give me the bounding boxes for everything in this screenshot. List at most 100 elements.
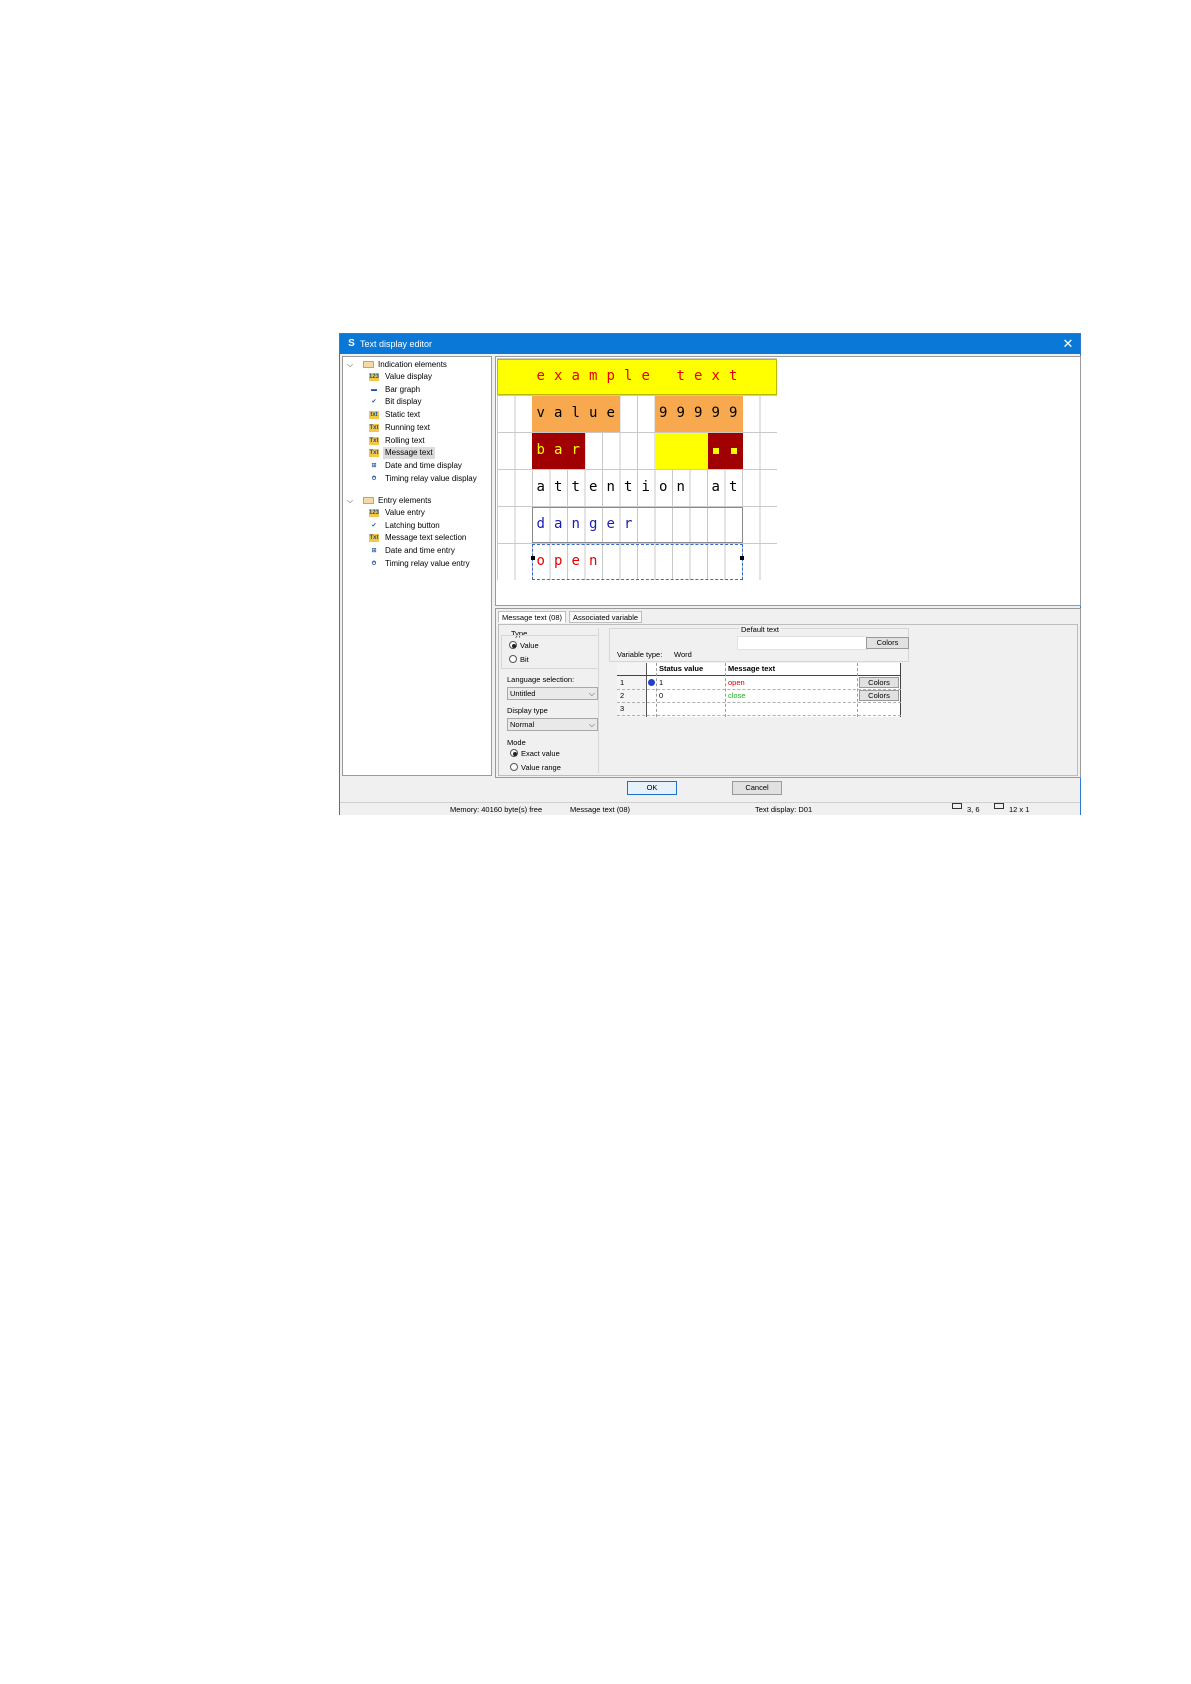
status-value-cell[interactable]: 0 — [657, 689, 663, 702]
display-char: m — [589, 368, 598, 384]
tab-message-text[interactable]: Message text (08) — [498, 611, 567, 623]
display-char: o — [659, 479, 668, 495]
display-canvas[interactable]: exampletextvalue99999barattentionatdange… — [495, 356, 1081, 606]
properties-panel: Message text (08) Associated variable Ty… — [495, 608, 1081, 778]
row-colors-button[interactable]: Colors — [859, 690, 899, 701]
selection-handle[interactable] — [740, 556, 744, 560]
display-char: a — [554, 405, 563, 421]
cancel-button[interactable]: Cancel — [732, 781, 782, 795]
display-char: a — [554, 516, 563, 532]
display-char: a — [536, 479, 545, 495]
message-text-header: Message text — [728, 664, 776, 673]
latching-button-icon: ✔ — [371, 522, 377, 529]
display-char: a — [711, 479, 720, 495]
size-status: 12 x 1 — [1009, 805, 1030, 814]
table-divider — [857, 663, 858, 717]
default-text-colors-button[interactable]: Colors — [866, 637, 909, 649]
display-char: t — [676, 368, 685, 384]
display-char: d — [536, 516, 545, 532]
display-char: v — [536, 405, 545, 421]
mode-exact-radio[interactable] — [510, 749, 518, 757]
bar-graph-fill[interactable] — [655, 433, 708, 469]
position-icon — [952, 803, 962, 809]
text-display-editor-window: S Text display editor ✕ ⌵ Indication ele… — [339, 333, 1081, 815]
display-char: b — [536, 442, 545, 458]
message-text-cell[interactable]: open — [726, 676, 745, 689]
memory-status: Memory: 40160 byte(s) free — [450, 805, 543, 814]
display-char: l — [571, 405, 580, 421]
tree-group-label: Entry elements — [378, 496, 432, 505]
tree-item-label: Bit display — [385, 397, 422, 407]
display-char: x — [554, 368, 563, 384]
tree-group-label: Indication elements — [378, 360, 447, 369]
value-display-icon: 123 — [369, 373, 380, 381]
tree-item-label: Date and time entry — [385, 546, 455, 556]
display-char: n — [589, 553, 598, 569]
default-text-label: Default text — [739, 625, 781, 634]
display-char: e — [589, 479, 598, 495]
tab-panel: Type Value Bit Language selection: Untit… — [498, 624, 1078, 776]
display-char: a — [571, 368, 580, 384]
chevron-down-icon[interactable]: ⌵ — [347, 495, 355, 507]
tree-item-label: Message text selection — [385, 533, 467, 543]
folder-icon — [363, 497, 374, 504]
display-char: r — [624, 516, 633, 532]
timing-relay-display-icon: ⏱ — [371, 475, 377, 482]
type-bit-radio[interactable] — [509, 655, 517, 663]
message-text-cell[interactable] — [726, 702, 728, 715]
default-text-input[interactable] — [737, 636, 868, 650]
message-table[interactable]: Status value Message text 1 1 open Colors 2 0… — [617, 663, 901, 717]
tree-item-label: Timing relay value entry — [385, 558, 470, 568]
display-char: t — [554, 479, 563, 495]
language-select[interactable]: Untitled ⌵ — [507, 687, 598, 700]
message-text-cell[interactable]: close — [726, 689, 746, 702]
window-title: Text display editor — [360, 339, 433, 349]
mode-exact-label: Exact value — [521, 749, 560, 758]
display-char: 9 — [694, 405, 703, 421]
display-char: n — [606, 479, 615, 495]
tree-item-label: Latching button — [385, 520, 440, 530]
display-char: e — [641, 368, 650, 384]
display-char: g — [589, 516, 598, 532]
value-entry-icon: 123 — [369, 509, 380, 517]
display-type-select[interactable]: Normal ⌵ — [507, 718, 598, 731]
rolling-text-icon: Txt — [369, 436, 379, 445]
display-char: t — [729, 479, 738, 495]
tab-associated-variable[interactable]: Associated variable — [569, 611, 643, 623]
display-char: x — [711, 368, 720, 384]
chevron-down-icon[interactable]: ⌵ — [347, 359, 355, 371]
running-text-icon: Txt — [369, 423, 379, 432]
tree-item-label: Running text — [385, 422, 430, 432]
mode-range-radio[interactable] — [510, 763, 518, 771]
display-char: 9 — [711, 405, 720, 421]
current-row-indicator — [648, 679, 655, 686]
tree-item-label: Message text — [383, 447, 435, 460]
row-colors-button[interactable]: Colors — [859, 677, 899, 688]
display-char: 9 — [659, 405, 668, 421]
bit-display-icon: ✔ — [371, 399, 377, 406]
variable-type-label: Variable type: — [617, 650, 663, 659]
table-row-divider — [617, 702, 901, 703]
display-char: u — [589, 405, 598, 421]
type-group-box — [501, 635, 599, 669]
static-text-icon: txt — [369, 411, 379, 420]
display-char: t — [624, 479, 633, 495]
status-value-cell[interactable]: 1 — [657, 676, 663, 689]
display-type-select-value: Normal — [510, 720, 535, 729]
display-grid[interactable]: exampletextvalue99999barattentionatdange… — [497, 358, 777, 580]
ok-button[interactable]: OK — [627, 781, 677, 795]
bar-graph-icon: ▬ — [371, 386, 377, 393]
message-text-icon: Txt — [369, 449, 379, 458]
status-value-cell[interactable] — [657, 702, 659, 715]
type-value-radio[interactable] — [509, 641, 517, 649]
display-char: e — [571, 553, 580, 569]
display-char: i — [641, 479, 650, 495]
status-value-header: Status value — [659, 664, 704, 673]
row-number: 2 — [620, 691, 625, 700]
bar-graph-marker — [713, 448, 719, 454]
date-time-display-icon: ⊞ — [371, 462, 377, 469]
folder-icon — [363, 361, 374, 368]
close-icon[interactable]: ✕ — [1060, 334, 1076, 354]
element-tree: ⌵ Indication elements 123 Value display ▬ B… — [342, 356, 492, 776]
display-char: e — [694, 368, 703, 384]
